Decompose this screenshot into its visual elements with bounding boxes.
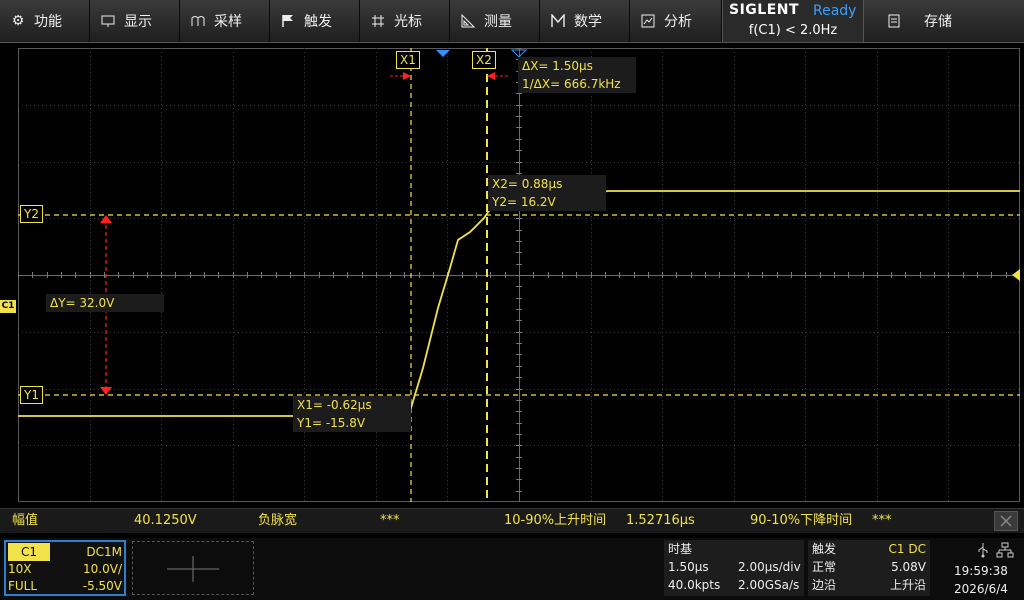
x2-y2-readout: X2= 0.88μs Y2= 16.2V	[488, 175, 606, 211]
trigger-level: 5.08V	[891, 560, 926, 574]
trigger-level-marker[interactable]	[1012, 269, 1020, 281]
close-icon	[1000, 515, 1012, 527]
memory-depth: 40.0kpts	[668, 578, 721, 592]
measure-name-fall-time[interactable]: 90-10%下降时间	[750, 509, 852, 533]
measure-value-amplitude: 40.1250V	[134, 513, 197, 528]
status-bar: C1 DC1M 10X 10.0V/ FULL -5.50V 时基 1.50μs…	[0, 538, 1024, 600]
measure-value-fall-time: ***	[872, 513, 892, 528]
trigger-panel[interactable]: 触发 C1 DC 正常 5.08V 边沿 上升沿	[808, 540, 930, 596]
delta-y-arrow-down	[100, 387, 112, 395]
crosshair-icon	[370, 13, 386, 29]
cursor-x1-tag[interactable]: X1	[396, 51, 420, 69]
waveform-grid[interactable]	[18, 48, 1020, 502]
menu-acquire[interactable]: 采样	[180, 0, 270, 42]
measure-name-negative-width[interactable]: 负脉宽	[258, 509, 297, 533]
channel1-panel[interactable]: C1 DC1M 10X 10.0V/ FULL -5.50V	[4, 540, 126, 596]
flag-icon	[280, 13, 296, 29]
channel1-scale: 10.0V/	[83, 562, 122, 576]
ruler-icon	[460, 13, 476, 29]
run-status: Ready	[813, 3, 857, 19]
channel1-bandwidth: FULL	[8, 579, 38, 593]
clock-time: 19:59:38	[954, 564, 1008, 578]
trigger-type: 边沿	[812, 578, 837, 592]
x1-y1-readout: X1= -0.62μs Y1= -15.8V	[293, 396, 411, 432]
measure-name-amplitude[interactable]: 幅值	[12, 509, 38, 533]
cursor-x2-tag[interactable]: X2	[472, 51, 496, 69]
timebase-delay: 1.50μs	[668, 560, 709, 574]
trigger-slope: 上升沿	[889, 578, 926, 592]
usb-icon	[978, 543, 988, 558]
monitor-icon	[100, 13, 116, 29]
brand-status-panel: SIGLENT Ready f(C1) < 2.0Hz	[722, 0, 864, 42]
menu-math[interactable]: 数学	[540, 0, 630, 42]
measure-value-rise-time: 1.52716μs	[626, 513, 695, 528]
channel1-coupling: DC1M	[86, 545, 122, 559]
measurement-bar: 幅值 40.1250V 负脉宽 *** 10-90%上升时间 1.52716μs…	[0, 508, 1024, 533]
sample-icon	[190, 13, 206, 29]
measure-close-button[interactable]	[994, 511, 1018, 531]
menu-function[interactable]: ⚙ 功能	[0, 0, 90, 42]
trigger-title: 触发	[812, 542, 837, 556]
gear-icon: ⚙	[11, 13, 25, 29]
system-info: 19:59:38 2026/6/4	[934, 540, 1022, 596]
plus-icon	[167, 556, 219, 582]
channel1-offset: -5.50V	[82, 579, 122, 593]
x1-arrow-marker	[403, 72, 411, 80]
frequency-counter: f(C1) < 2.0Hz	[748, 23, 838, 38]
math-icon	[550, 13, 566, 29]
menu-measure[interactable]: 测量	[450, 0, 540, 42]
timebase-title: 时基	[668, 542, 693, 556]
menu-trigger[interactable]: 触发	[270, 0, 360, 42]
cursor-y2-tag[interactable]: Y2	[20, 205, 43, 223]
analysis-icon	[640, 13, 656, 29]
menu-bar: ⚙ 功能 显示 采样 触发 光标 测量 数学 分析 SIGLENT Ready …	[0, 0, 1024, 43]
save-icon	[886, 13, 902, 29]
timebase-scale: 2.00μs/div	[738, 560, 801, 574]
brand-logo: SIGLENT	[729, 2, 800, 18]
sample-rate: 2.00GSa/s	[738, 578, 800, 592]
channel1-label: C1	[8, 543, 50, 561]
x2-arrow-marker	[487, 72, 495, 80]
network-icon	[996, 542, 1014, 558]
cursor-y1-tag[interactable]: Y1	[20, 386, 43, 404]
trigger-source: C1 DC	[888, 542, 926, 556]
timebase-panel[interactable]: 时基 1.50μs 2.00μs/div 40.0kpts 2.00GSa/s	[664, 540, 804, 596]
trigger-position-marker[interactable]	[436, 50, 450, 57]
menu-analysis[interactable]: 分析	[630, 0, 722, 42]
channel1-offset-marker[interactable]: C1	[0, 300, 16, 313]
delta-y-readout: ΔY= 32.0V	[46, 294, 164, 312]
add-channel-button[interactable]	[132, 541, 254, 595]
channel1-probe: 10X	[8, 562, 32, 576]
trigger-mode: 正常	[812, 560, 837, 574]
menu-save[interactable]: 存储	[862, 0, 1024, 42]
clock-date: 2026/6/4	[954, 582, 1008, 596]
measure-name-rise-time[interactable]: 10-90%上升时间	[504, 509, 606, 533]
measure-value-negative-width: ***	[380, 513, 400, 528]
menu-cursors[interactable]: 光标	[360, 0, 450, 42]
delta-x-readout: ΔX= 1.50μs 1/ΔX= 666.7kHz	[518, 57, 636, 93]
menu-display[interactable]: 显示	[90, 0, 180, 42]
